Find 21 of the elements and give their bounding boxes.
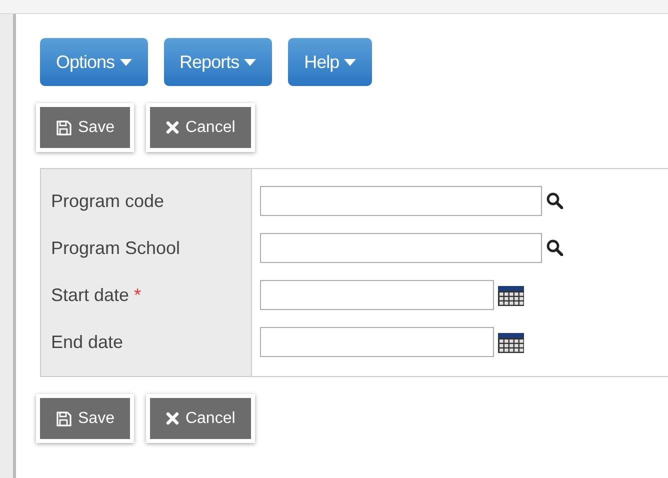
field-label: Program code: [51, 190, 166, 213]
search-icon: [546, 239, 563, 256]
caret-icon: [244, 58, 256, 66]
caret-icon: [344, 58, 356, 66]
caret-icon: [120, 58, 132, 66]
menu-button[interactable]: Options: [40, 38, 148, 86]
menu-button[interactable]: Reports: [164, 38, 272, 86]
text-field[interactable]: [260, 233, 542, 263]
text-field[interactable]: [260, 186, 542, 216]
field-label: End date: [51, 330, 124, 354]
field-label: Program School: [51, 236, 182, 260]
menu-button[interactable]: Help: [288, 38, 372, 86]
x-icon: [166, 121, 180, 134]
search-icon: [546, 192, 563, 209]
x-icon: [166, 412, 180, 425]
calendar-icon: [498, 286, 524, 306]
date-field[interactable]: [260, 280, 494, 310]
field-label: Start date *: [51, 284, 142, 308]
required-mark: *: [134, 284, 142, 306]
calendar-icon: [498, 333, 524, 353]
date-field[interactable]: [260, 327, 494, 357]
